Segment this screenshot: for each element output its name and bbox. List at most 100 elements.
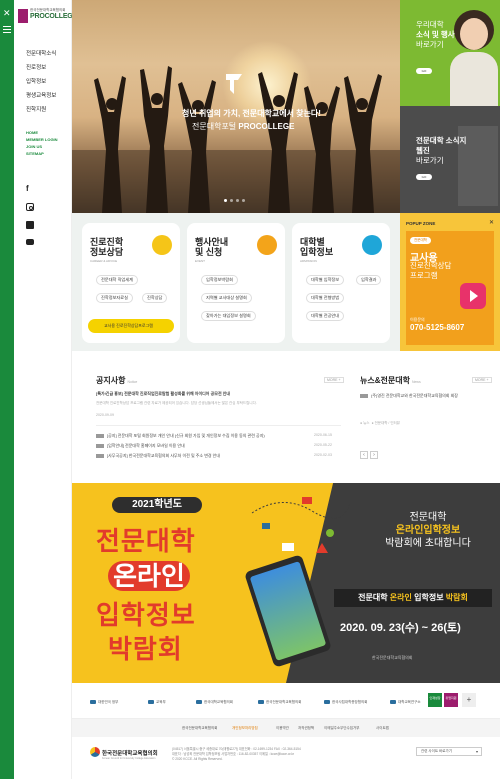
login-link[interactable]: MEMBER LOGIN <box>26 137 58 144</box>
hero-dot[interactable] <box>236 199 239 202</box>
hero-slider[interactable]: 청년 취업의 가치, 전문대학교에서 찾는다! 전문대학포털 PROCOLLEG… <box>72 0 400 213</box>
popup-zone: POPUP ZONE ✕ 전문대학 교사용 진로진학상담 프로그램 이용문의 07… <box>400 213 500 351</box>
home-link[interactable]: HOME <box>26 130 58 137</box>
footer-link-privacy[interactable]: 개인정보처리방침 <box>232 726 258 731</box>
notice-featured-desc: 전문대학 진로진학상담 프로그램 관련 자료가 제공되어 있습니다. 담당 선생… <box>96 401 257 405</box>
partner-logo[interactable]: 대학교육연구소 <box>390 700 421 705</box>
banner-line4: 박람회 <box>108 634 183 664</box>
utility-links: HOME MEMBER LOGIN JOIN US SITEMAP <box>26 130 58 158</box>
notice-date: 2020-05-22 <box>314 443 332 447</box>
popup-banner[interactable]: 전문대학 교사용 진로진학상담 프로그램 이용문의 070-5125-8607 <box>406 231 494 345</box>
newsroom-meta: ● 뉴스 ● 전문대학 / 인터뷰 <box>360 421 401 425</box>
logo-text: PROCOLLEGE <box>30 13 78 20</box>
next-arrow-icon[interactable]: › <box>370 451 378 459</box>
link-admission-info[interactable]: 대학별 입학정보 <box>306 275 345 285</box>
link-career-archive[interactable]: 진학정보자료실 <box>96 293 133 303</box>
notice-item[interactable]: [입학안내] 전문대학 홈페이지 모바일 이용 안내 <box>96 443 185 449</box>
link-job-world[interactable]: 전문대학 직업세계 <box>96 275 138 285</box>
close-icon[interactable]: ✕ <box>489 219 494 226</box>
promo2-go-button[interactable]: GO <box>416 174 432 180</box>
notice-badge <box>96 453 104 458</box>
footer-link[interactable]: 이메일주소무단수집거부 <box>324 726 359 731</box>
promo-school-news[interactable]: 우리대학 소식 및 행사 바로가기 GO <box>400 0 500 106</box>
hero-headline-rest: 의 가치, 전문대학교에서 찾는다! <box>213 109 321 118</box>
notice-item[interactable]: [사무국공지] 한국전문대학교육협의회 사무처 이전 및 주소 변경 안내 <box>96 453 220 459</box>
more-partners-button[interactable]: + <box>462 693 476 707</box>
link-career-counsel[interactable]: 진학상담 <box>142 293 168 303</box>
promo-webzine[interactable]: 전문대학 소식지 웹진 바로가기 GO <box>400 106 500 213</box>
promo-person-face <box>460 18 488 50</box>
link-visit-briefing[interactable]: 찾아가는 대입정보 설명회 <box>201 311 256 321</box>
related-sites-select[interactable]: 관련 사이트 바로가기 <box>416 747 482 756</box>
card-admission-title: 대학별 입학정보 <box>300 237 334 257</box>
notice-featured-date: 2020-09-09 <box>96 413 114 417</box>
partner-logo[interactable]: 한국대학교육협의회 <box>196 700 233 705</box>
hero-dot[interactable] <box>230 199 233 202</box>
play-icon[interactable] <box>460 283 486 309</box>
menu-item-news[interactable]: 전문대학소식 <box>26 47 56 61</box>
sitemap-link[interactable]: SITEMAP <box>26 151 58 158</box>
link-admission-result[interactable]: 입학결과 <box>356 275 382 285</box>
popup-header: POPUP ZONE <box>406 221 436 226</box>
menu-item-admission[interactable]: 입학정보 <box>26 75 56 89</box>
footer-link[interactable]: 이용약관 <box>276 726 289 731</box>
promo1-go-button[interactable]: GO <box>416 68 432 74</box>
footer-link[interactable]: 저작권정책 <box>298 726 314 731</box>
partner-logo[interactable]: 한국사립대학총장협의회 <box>324 700 367 705</box>
promo2-text: 전문대학 소식지 웹진 바로가기 <box>416 136 466 166</box>
newsroom-more-button[interactable]: MORE + <box>472 377 492 383</box>
notice-more-button[interactable]: MORE + <box>324 377 344 383</box>
prev-arrow-icon[interactable]: ‹ <box>360 451 368 459</box>
hero-headline: 청년 취업의 가치, 전문대학교에서 찾는다! <box>182 108 400 119</box>
menu-icon[interactable] <box>3 26 11 33</box>
partner-logo[interactable]: 교육부 <box>148 700 166 705</box>
menu-item-career[interactable]: 진로정보 <box>26 61 56 75</box>
talk-icon[interactable] <box>26 221 34 229</box>
partner-badge-2[interactable]: 취업지원 <box>444 693 458 707</box>
left-rail: ✕ <box>0 0 14 779</box>
newsroom-headline[interactable]: (주)영진 전문대학교와 한국전문대학교육협의회 회장 <box>360 393 458 399</box>
online-fair-banner[interactable]: 2021학년도 전문대학 온라인 입학정보 박람회 전문대학 온라인입학정보 박… <box>72 483 500 683</box>
instagram-icon[interactable] <box>26 203 34 211</box>
partner-logo[interactable]: 한국전문대학교육협의회 <box>258 700 301 705</box>
card-event-sub: EVENT <box>195 259 206 263</box>
footer-link[interactable]: 한국전문대학교육협의회 <box>182 726 217 731</box>
social-links: f <box>26 185 34 255</box>
youtube-icon[interactable] <box>26 239 34 245</box>
hero-dot[interactable] <box>242 199 245 202</box>
card-career: 진로진학 정보상담 CAREER & ADVICE 전문대학 직업세계 진학정보자… <box>82 223 180 343</box>
notice-date: 2020-02-03 <box>314 453 332 457</box>
banner-year: 2021학년도 <box>112 497 202 513</box>
card-event-title: 행사안내 및 신청 <box>195 237 229 257</box>
footer-links: 한국전문대학교육협의회 개인정보처리방침 이용약관 저작권정책 이메일주소무단수… <box>72 719 500 737</box>
banner-event-name: 전문대학 온라인 입학정보 박람회 <box>334 589 492 607</box>
promo1-line3: 바로가기 <box>416 40 444 49</box>
notice-featured[interactable]: [특가/긴급 홍보] 전문대학 진로직업진로탐험 활성화를 위해 아이디어 공모… <box>96 391 230 397</box>
link-major-guide[interactable]: 대학별 전공안내 <box>306 311 345 321</box>
news-badge <box>360 393 368 398</box>
facebook-icon[interactable]: f <box>26 185 34 193</box>
partner-badge-1[interactable]: 인재성장 <box>428 693 442 707</box>
notice-title: 공지사항 Notice <box>96 376 138 385</box>
link-teacher-program[interactable]: 교사용 진로진학상담프로그램 <box>88 319 174 333</box>
hero-subline-brand: PROCOLLEGE <box>236 122 295 131</box>
footer-link[interactable]: 사이트맵 <box>376 726 389 731</box>
footer-address: (04517) 서울특별시 중구 세종대로 70(태평로2가) 대표전화 : 0… <box>172 747 301 761</box>
menu-item-support[interactable]: 진학지원 <box>26 103 56 117</box>
close-icon[interactable]: ✕ <box>3 8 11 19</box>
footer: 한국전문대학교육협의회 Korean Council for University… <box>72 737 500 779</box>
menu-item-lifelong[interactable]: 평생교육정보 <box>26 89 56 103</box>
sidebar: 한국전문대학교육협의회 PROCOLLEGE 전문대학소식 진로정보 입학정보 … <box>14 0 77 779</box>
partner-logo[interactable]: 대한민국 정부 <box>90 700 118 705</box>
join-link[interactable]: JOIN US <box>26 144 58 151</box>
link-teacher-briefing[interactable]: 지역별 교사대상 설명회 <box>201 293 252 303</box>
banner-line3: 입학정보 <box>96 600 196 630</box>
link-admission-method[interactable]: 대학별 전형방법 <box>306 293 345 303</box>
notice-item[interactable]: [공지] 전문대학 포털 회원정보 개인 안내 (신규 회원 가입 및 개인정보… <box>96 433 265 439</box>
link-fair[interactable]: 입학정보박람회 <box>201 275 238 285</box>
site-logo[interactable]: 한국전문대학교육협의회 PROCOLLEGE <box>18 8 77 24</box>
hero-dot[interactable] <box>224 199 227 202</box>
promo1-line1: 우리대학 <box>416 20 444 29</box>
logo-mark <box>18 9 28 23</box>
banner-org: 한국전문대학교육협의회 <box>372 655 413 660</box>
